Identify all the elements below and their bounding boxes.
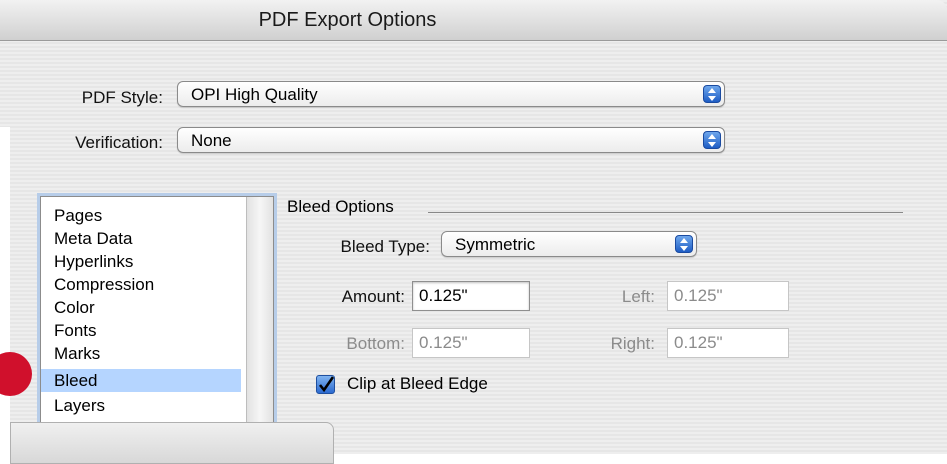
clip-at-bleed-label[interactable]: Clip at Bleed Edge: [347, 374, 488, 394]
background-window-edge: [10, 422, 334, 464]
bleed-type-popup[interactable]: Symmetric: [441, 231, 697, 257]
list-item-fonts[interactable]: Fonts: [41, 319, 241, 342]
pdf-style-popup[interactable]: OPI High Quality: [177, 81, 725, 107]
verification-popup[interactable]: None: [177, 127, 725, 153]
list-item-meta-data[interactable]: Meta Data: [41, 227, 241, 250]
category-list[interactable]: Pages Meta Data Hyperlinks Compression C…: [40, 196, 274, 428]
popup-arrows-icon: [703, 131, 721, 149]
red-marker-dot: [0, 352, 32, 396]
pdf-export-dialog: PDF Export Options PDF Style: OPI High Q…: [0, 0, 947, 464]
left-field[interactable]: 0.125": [667, 281, 789, 311]
list-item-marks[interactable]: Marks: [41, 342, 241, 365]
checkmark-icon: [318, 376, 334, 393]
popup-arrows-icon: [675, 235, 693, 253]
bleed-options-heading: Bleed Options: [287, 197, 394, 216]
amount-field[interactable]: 0.125": [412, 281, 530, 311]
popup-arrows-icon: [703, 85, 721, 103]
verification-label: Verification:: [75, 133, 163, 152]
background-edge: [0, 127, 10, 454]
section-divider: [428, 212, 903, 213]
right-label: Right:: [610, 334, 655, 353]
bleed-type-label: Bleed Type:: [340, 237, 430, 256]
bottom-field[interactable]: 0.125": [412, 328, 530, 358]
list-item-color[interactable]: Color: [41, 296, 241, 319]
left-label: Left:: [621, 287, 655, 306]
window-title: PDF Export Options: [258, 9, 437, 31]
list-item-compression[interactable]: Compression: [41, 273, 241, 296]
right-field[interactable]: 0.125": [667, 328, 789, 358]
list-scrollbar[interactable]: [246, 197, 273, 427]
pdf-style-value: OPI High Quality: [191, 85, 318, 104]
bleed-type-value: Symmetric: [455, 235, 536, 254]
list-item-layers[interactable]: Layers: [41, 394, 241, 417]
list-item-bleed[interactable]: Bleed: [41, 369, 241, 392]
bottom-label: Bottom:: [346, 334, 405, 353]
verification-value: None: [191, 131, 232, 150]
pdf-style-label: PDF Style:: [81, 88, 163, 107]
clip-at-bleed-checkbox[interactable]: [316, 375, 335, 394]
amount-label: Amount:: [341, 287, 405, 306]
list-item-hyperlinks[interactable]: Hyperlinks: [41, 250, 241, 273]
list-item-pages[interactable]: Pages: [41, 204, 241, 227]
title-bar: PDF Export Options: [0, 0, 947, 41]
